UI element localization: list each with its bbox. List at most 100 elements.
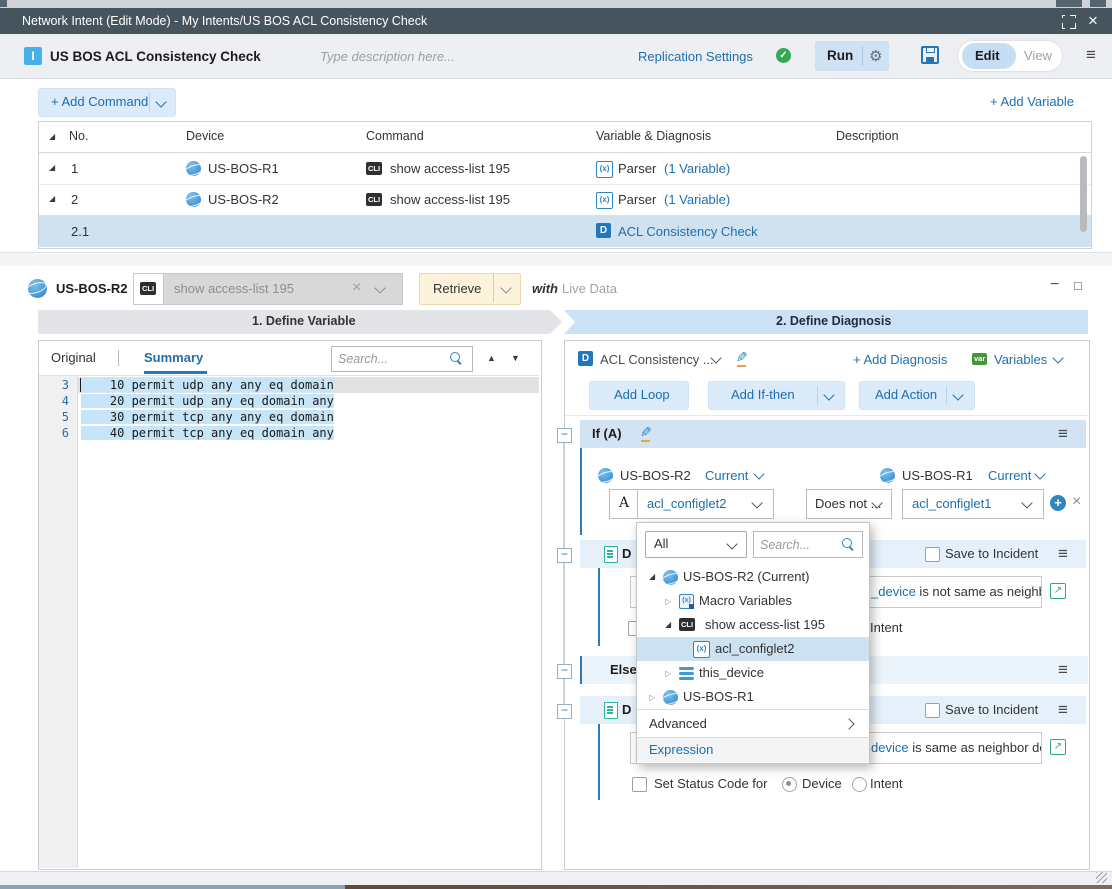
status-intent-radio[interactable] [852, 777, 867, 792]
expand-message-icon[interactable] [1050, 739, 1066, 755]
add-command-button[interactable]: + Add Command [38, 88, 176, 117]
table-scrollbar-thumb[interactable] [1080, 156, 1087, 232]
row-expander-icon[interactable] [49, 195, 55, 203]
table-row[interactable]: 1 US-BOS-R1 CLI show access-list 195 Par… [39, 153, 1091, 185]
add-action-button[interactable]: Add Action [859, 381, 975, 410]
tab-summary[interactable]: Summary [144, 350, 203, 365]
retrieve-chevron-icon[interactable] [500, 282, 511, 293]
else-menu-icon[interactable] [1058, 663, 1068, 677]
description-placeholder[interactable]: Type description here... [320, 49, 455, 64]
code-search-box[interactable] [331, 346, 473, 372]
tree-item-device[interactable]: US-BOS-R2 (Current) [637, 565, 869, 589]
command-select[interactable]: CLI show access-list 195 [133, 273, 403, 305]
command-select-chevron-icon[interactable] [374, 282, 385, 293]
diagnosis-link[interactable]: ACL Consistency Check [618, 224, 758, 239]
tree-item-device2[interactable]: US-BOS-R1 [637, 685, 869, 709]
condition-left-scope[interactable]: Current [705, 468, 748, 483]
if-label: If (A) [592, 426, 622, 441]
run-button[interactable]: Run [827, 48, 853, 63]
status-device-radio[interactable] [782, 777, 797, 792]
else-section-menu-icon[interactable] [1058, 703, 1068, 717]
tree-label: acl_configlet2 [715, 641, 795, 656]
code-line[interactable]: 5 30 permit tcp any any eq domain [39, 409, 539, 425]
expanded-icon[interactable] [649, 573, 655, 581]
right-operand-select[interactable]: acl_configlet1 [902, 489, 1044, 519]
operator-select[interactable]: Does not ... [806, 489, 892, 519]
run-settings-gear-icon[interactable] [869, 49, 882, 64]
variables-dropdown[interactable]: Variables [994, 352, 1047, 367]
tree-item-macro-variables[interactable]: Macro Variables [637, 589, 869, 613]
status-intent-label: Intent [870, 776, 903, 791]
collapse-else-icon[interactable] [557, 664, 572, 679]
minimize-panel-icon[interactable]: − [1050, 276, 1059, 294]
then-menu-icon[interactable] [1058, 547, 1068, 561]
search-icon[interactable] [450, 352, 460, 362]
set-status-checkbox[interactable] [632, 777, 647, 792]
edit-if-pencil-icon[interactable] [640, 424, 652, 441]
tree-item-command[interactable]: CLI show access-list 195 [637, 613, 869, 637]
search-icon[interactable] [842, 538, 852, 548]
add-command-chevron-icon[interactable] [155, 96, 166, 107]
edit-diagnosis-pencil-icon[interactable] [736, 349, 748, 366]
remove-condition-icon[interactable] [1072, 495, 1081, 509]
retrieve-divider [493, 274, 494, 302]
retrieve-button[interactable]: Retrieve [433, 281, 481, 296]
collapse-else-then-icon[interactable] [557, 704, 572, 719]
add-action-chevron-icon[interactable] [952, 389, 963, 400]
parser-label: Parser [618, 161, 656, 176]
expression-menu-item[interactable]: Expression [637, 738, 869, 762]
collapsed-icon[interactable] [665, 669, 671, 678]
tree-item-this-device[interactable]: this_device [637, 661, 869, 685]
parser-variable-link[interactable]: (1 Variable) [664, 192, 730, 207]
if-menu-icon[interactable] [1058, 427, 1068, 441]
code-line[interactable]: 3 10 permit udp any any eq domain [39, 377, 539, 393]
code-search-input[interactable] [336, 349, 445, 369]
if-block-header[interactable]: If (A) [580, 420, 1086, 448]
left-operand-chevron-icon[interactable] [751, 497, 762, 508]
add-condition-icon[interactable] [1050, 495, 1066, 511]
collapsed-icon[interactable] [649, 693, 655, 702]
code-line[interactable]: 4 20 permit udp any eq domain any [39, 393, 539, 409]
maximize-icon[interactable] [1062, 15, 1076, 29]
replication-settings-link[interactable]: Replication Settings [638, 49, 753, 64]
edit-toggle-label[interactable]: Edit [975, 48, 1000, 63]
search-next-icon[interactable] [511, 353, 520, 363]
left-operand-select[interactable]: acl_configlet2 [637, 489, 774, 519]
save-to-incident-checkbox[interactable] [925, 703, 940, 718]
collapse-all-icon[interactable] [49, 133, 55, 141]
table-row-selected[interactable]: 2.1 D ACL Consistency Check [39, 215, 1091, 247]
code-line[interactable]: 6 40 permit tcp any eq domain any [39, 425, 539, 441]
advanced-menu-item[interactable]: Advanced [637, 710, 869, 737]
clear-command-icon[interactable] [352, 281, 361, 295]
restore-panel-icon[interactable]: □ [1074, 278, 1082, 293]
popup-search-box[interactable] [753, 531, 863, 558]
popup-filter-select[interactable]: All [645, 531, 747, 558]
add-if-then-chevron-icon[interactable] [823, 389, 834, 400]
view-toggle-label[interactable]: View [1024, 48, 1052, 63]
right-operand-chevron-icon[interactable] [1021, 497, 1032, 508]
diagnosis-selector[interactable]: ACL Consistency ... [600, 352, 714, 367]
tab-original[interactable]: Original [51, 350, 96, 365]
add-if-then-button[interactable]: Add If-then [708, 381, 845, 410]
table-row[interactable]: 2 US-BOS-R2 CLI show access-list 195 Par… [39, 184, 1091, 216]
collapse-then-icon[interactable] [557, 548, 572, 563]
parser-variable-link[interactable]: (1 Variable) [664, 161, 730, 176]
add-diagnosis-link[interactable]: + Add Diagnosis [853, 352, 947, 367]
expand-message-icon[interactable] [1050, 583, 1066, 599]
expanded-icon[interactable] [665, 621, 671, 629]
search-prev-icon[interactable] [487, 353, 496, 363]
condition-right-scope[interactable]: Current [988, 468, 1031, 483]
add-loop-button[interactable]: Add Loop [589, 381, 689, 410]
resize-grip-icon[interactable] [1096, 872, 1107, 883]
popup-filter-chevron-icon[interactable] [726, 538, 737, 549]
close-icon[interactable] [1088, 12, 1098, 29]
tree-item-variable-selected[interactable]: acl_configlet2 [637, 637, 869, 661]
collapsed-icon[interactable] [665, 597, 671, 606]
row-expander-icon[interactable] [49, 164, 55, 172]
add-variable-link[interactable]: + Add Variable [990, 94, 1074, 109]
save-to-incident-checkbox[interactable] [925, 547, 940, 562]
popup-search-input[interactable] [758, 535, 837, 554]
menu-icon[interactable] [1086, 48, 1096, 62]
collapse-if-icon[interactable] [557, 428, 572, 443]
save-icon[interactable] [921, 46, 939, 64]
